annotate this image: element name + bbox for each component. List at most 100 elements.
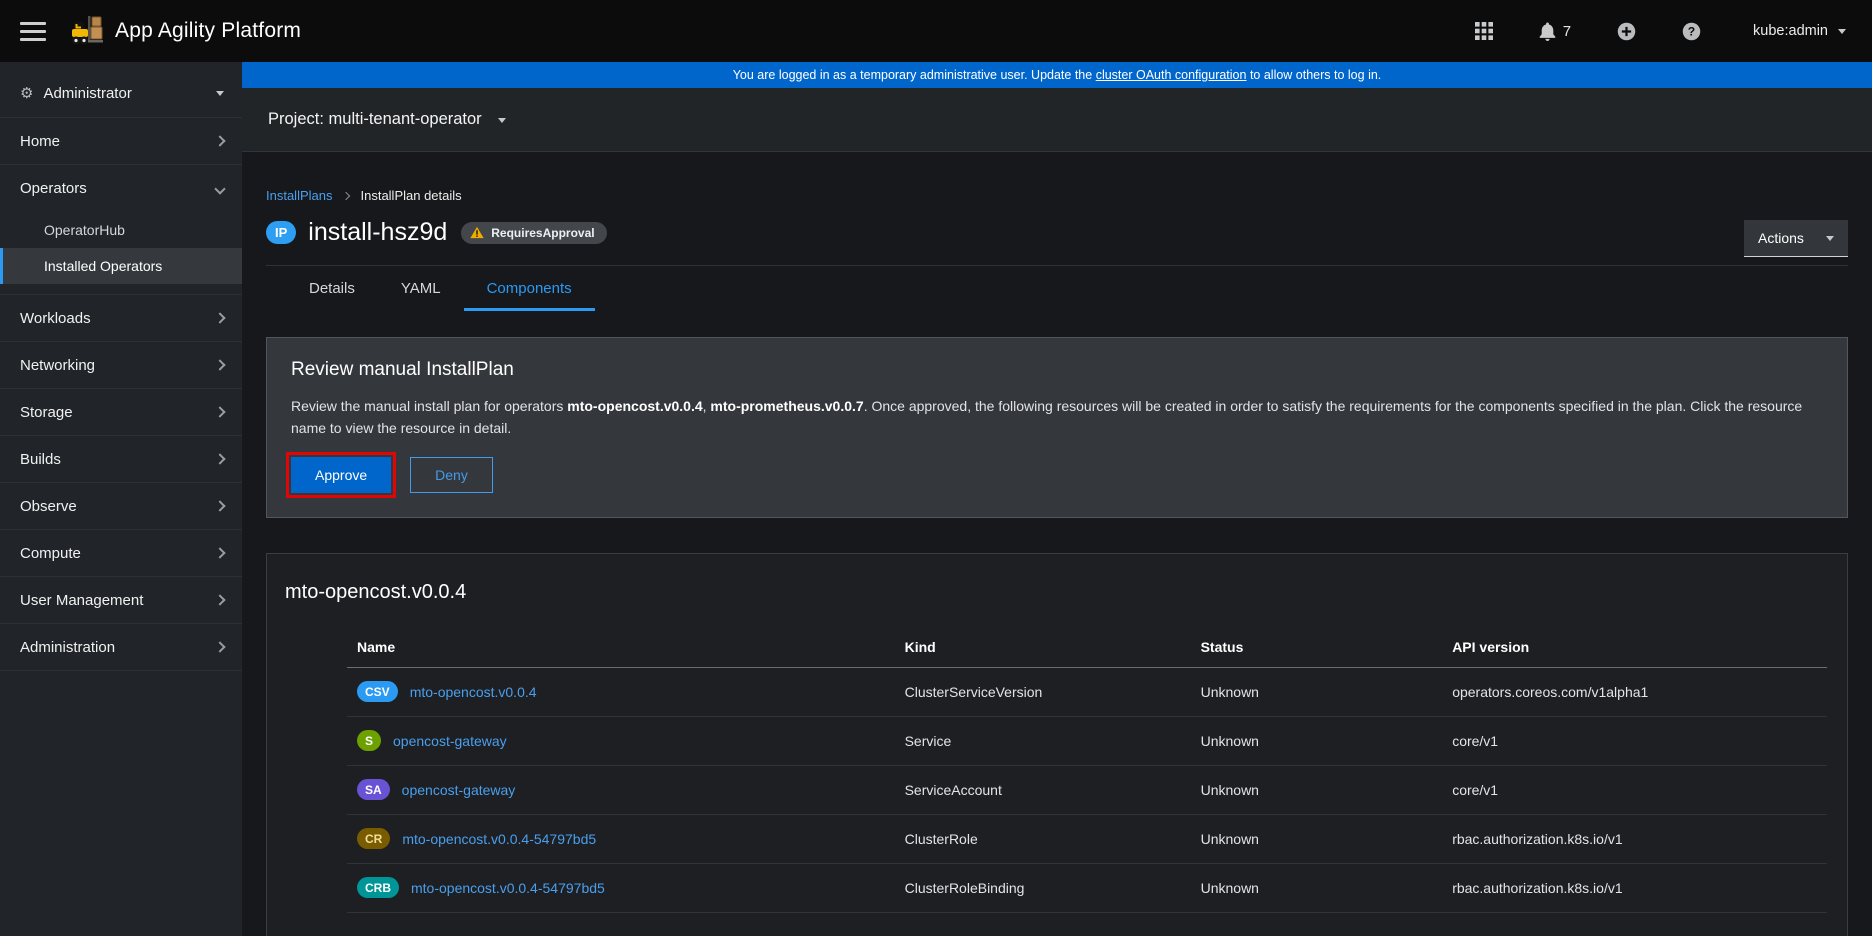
project-bar: Project: multi-tenant-operator xyxy=(242,88,1872,152)
sidebar-item-label: Networking xyxy=(20,357,95,374)
help-question-circle-icon[interactable]: ? xyxy=(1682,22,1701,41)
sidebar-item-label: Workloads xyxy=(20,310,91,327)
table-row: CSVmto-opencost.v0.0.4ClusterServiceVers… xyxy=(347,668,1827,717)
chevron-right-icon xyxy=(214,406,225,417)
sidebar-subitem-installed-operators[interactable]: Installed Operators xyxy=(0,248,242,284)
cell-kind: ClusterServiceVersion xyxy=(895,684,1191,700)
status-badge: RequiresApproval xyxy=(461,222,606,244)
username: kube:admin xyxy=(1753,23,1828,39)
resource-kind-badge: SA xyxy=(357,779,390,800)
cell-name: SA opencost-gateway xyxy=(347,779,895,800)
breadcrumb: InstallPlans InstallPlan details xyxy=(266,188,1848,203)
chevron-down-icon xyxy=(1838,29,1846,34)
nav-toggle-hamburger-icon[interactable] xyxy=(20,18,46,45)
column-header-api-version: API version xyxy=(1442,639,1827,655)
user-menu[interactable]: kube:admin xyxy=(1753,23,1846,39)
chevron-right-icon xyxy=(214,594,225,605)
sidebar-item-compute[interactable]: Compute xyxy=(0,530,242,577)
notifications-bell-icon[interactable]: 7 xyxy=(1539,22,1571,41)
sidebar-items: Home Operators OperatorHubInstalled Operat… xyxy=(0,118,242,671)
cell-api-version: rbac.authorization.k8s.io/v1 xyxy=(1442,831,1827,847)
sidebar-item-label: Observe xyxy=(20,498,77,515)
cell-kind: ClusterRoleBinding xyxy=(895,880,1191,896)
forklift-logo-icon xyxy=(70,15,104,47)
chevron-right-icon xyxy=(214,547,225,558)
masthead: App Agility Platform 7 xyxy=(0,0,1872,62)
cell-status: Unknown xyxy=(1191,684,1443,700)
table-header-row: Name Kind Status API version xyxy=(347,628,1827,668)
perspective-switcher[interactable]: ⚙ Administrator xyxy=(0,70,242,118)
sidebar-item-home[interactable]: Home xyxy=(0,118,242,165)
sidebar-item-label: Home xyxy=(20,133,60,150)
sidebar-item-label: Operators xyxy=(20,180,87,197)
table-row: CR mto-opencost.v0.0.4-54797bd5 ClusterRol… xyxy=(347,815,1827,864)
cell-api-version: rbac.authorization.k8s.io/v1 xyxy=(1442,880,1827,896)
tab-details[interactable]: Details xyxy=(286,266,378,311)
operator-components-section: mto-opencost.v0.0.4 Name Kind Status API… xyxy=(266,553,1848,936)
cell-name: CSVmto-opencost.v0.0.4 xyxy=(347,681,895,702)
chevron-right-icon xyxy=(214,312,225,323)
approve-button[interactable]: Approve xyxy=(291,457,391,493)
resource-name-link[interactable]: mto-opencost.v0.0.4-54797bd5 xyxy=(402,831,596,847)
actions-dropdown-button[interactable]: Actions xyxy=(1744,220,1848,257)
chevron-right-icon xyxy=(214,641,225,652)
cell-status: Unknown xyxy=(1191,880,1443,896)
resource-name-link[interactable]: mto-opencost.v0.0.4-54797bd5 xyxy=(411,880,605,896)
chevron-down-icon xyxy=(216,91,224,96)
project-selector[interactable]: Project: multi-tenant-operator xyxy=(268,110,482,129)
components-table: Name Kind Status API version CSVmto-open… xyxy=(347,628,1827,936)
operator-name-1: mto-opencost.v0.0.4 xyxy=(567,398,702,414)
sidebar-item-storage[interactable]: Storage xyxy=(0,389,242,436)
resource-kind-badge: CR xyxy=(357,828,390,849)
chevron-right-icon xyxy=(214,135,225,146)
chevron-right-icon xyxy=(342,191,350,199)
review-installplan-card: Review manual InstallPlan Review the man… xyxy=(266,337,1848,518)
cell-api-version: core/v1 xyxy=(1442,733,1827,749)
resource-name-link[interactable]: opencost-gateway xyxy=(402,782,516,798)
chevron-down-icon xyxy=(1826,236,1834,241)
sidebar-item-workloads[interactable]: Workloads xyxy=(0,295,242,342)
column-header-kind: Kind xyxy=(895,639,1191,655)
table-row: CRBmto-opencost.v0.0.4-54797bd5ClusterRo… xyxy=(347,864,1827,913)
page-header: IP install-hsz9d RequiresApproval Action… xyxy=(266,218,1848,247)
sidebar-item-builds[interactable]: Builds xyxy=(0,436,242,483)
oauth-config-link[interactable]: cluster OAuth configuration xyxy=(1096,68,1247,82)
resource-name-link[interactable]: mto-opencost.v0.0.4 xyxy=(410,684,537,700)
cell-name: CR mto-opencost.v0.0.4-54797bd5 xyxy=(347,828,895,849)
tab-components[interactable]: Components xyxy=(464,266,595,311)
sidebar-item-administration[interactable]: Administration xyxy=(0,624,242,671)
banner-text-before: You are logged in as a temporary adminis… xyxy=(733,68,1096,82)
sidebar-item-networking[interactable]: Networking xyxy=(0,342,242,389)
perspective-label: Administrator xyxy=(43,85,131,102)
chevron-right-icon xyxy=(214,500,225,511)
chevron-down-icon[interactable] xyxy=(498,118,506,123)
sidebar-subitem-operatorhub[interactable]: OperatorHub xyxy=(0,212,242,248)
sidebar-item-operators[interactable]: Operators xyxy=(0,165,242,212)
tabs: Details YAML Components xyxy=(266,265,1848,311)
resource-name-link[interactable]: opencost-gateway xyxy=(393,733,507,749)
deny-button[interactable]: Deny xyxy=(410,457,493,493)
table-row: Sopencost-gatewayServiceUnknowncore/v1 xyxy=(347,717,1827,766)
banner-text-after: to allow others to log in. xyxy=(1246,68,1381,82)
sidebar-item-label: Storage xyxy=(20,404,73,421)
app-title: App Agility Platform xyxy=(115,19,301,43)
svg-text:?: ? xyxy=(1688,24,1695,38)
brand-link[interactable]: App Agility Platform xyxy=(70,15,301,47)
operator-name-2: mto-prometheus.v0.0.7 xyxy=(710,398,863,414)
cell-api-version: operators.coreos.com/v1alpha1 xyxy=(1442,684,1827,700)
apps-grid-icon[interactable] xyxy=(1475,22,1493,40)
breadcrumb-current: InstallPlan details xyxy=(360,188,461,203)
add-plus-circle-icon[interactable] xyxy=(1617,22,1636,41)
gears-icon: ⚙ xyxy=(20,86,33,101)
cell-api-version: core/v1 xyxy=(1442,782,1827,798)
breadcrumb-installplans-link[interactable]: InstallPlans xyxy=(266,188,332,203)
notification-count: 7 xyxy=(1563,23,1571,40)
sidebar-item-observe[interactable]: Observe xyxy=(0,483,242,530)
chevron-right-icon xyxy=(214,453,225,464)
sidebar-item-user-management[interactable]: User Management xyxy=(0,577,242,624)
cell-kind: ClusterRole xyxy=(895,831,1191,847)
review-card-description: Review the manual install plan for opera… xyxy=(291,395,1823,440)
cell-name: CRBmto-opencost.v0.0.4-54797bd5 xyxy=(347,877,895,898)
warning-triangle-icon xyxy=(470,226,484,239)
tab-yaml[interactable]: YAML xyxy=(378,266,464,311)
